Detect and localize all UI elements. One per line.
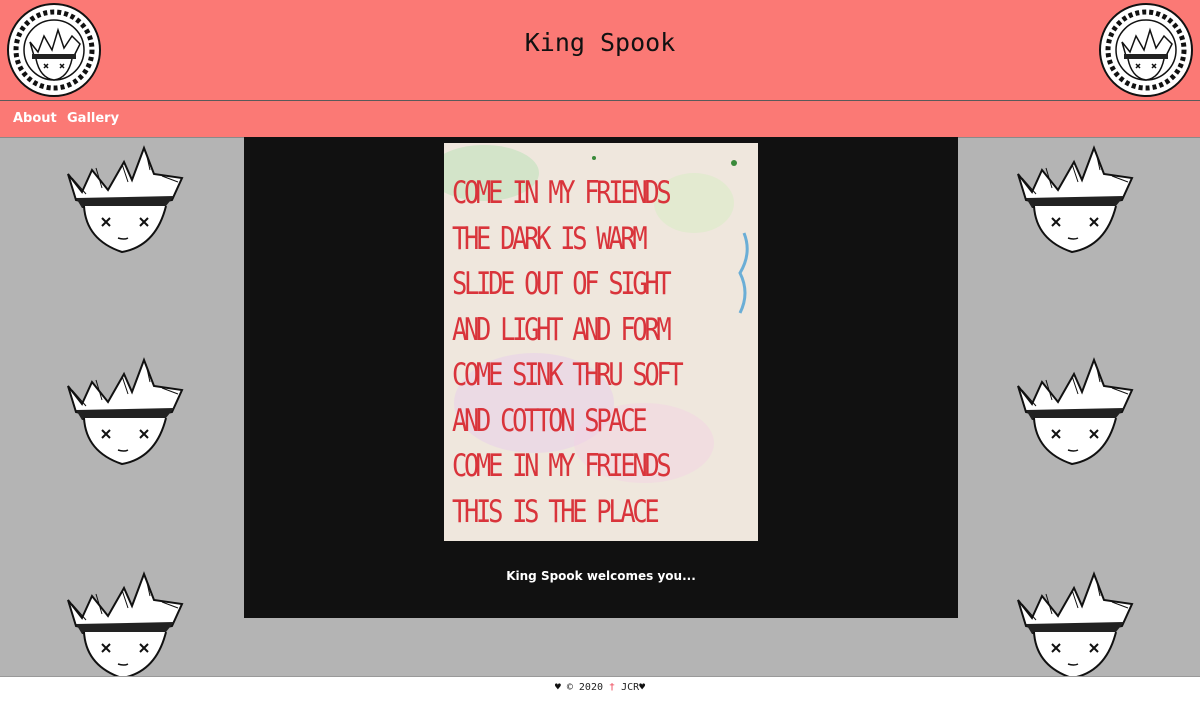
king-face-icon: [62, 566, 188, 684]
dagger-icon: †: [609, 682, 616, 693]
nav-about-link[interactable]: About: [13, 111, 57, 126]
king-face-icon: [62, 140, 188, 258]
poem-text: Come in my friends The dark is warm Slid…: [452, 171, 758, 535]
king-face-icon: [62, 352, 188, 470]
poem-line: Come in my friends: [452, 448, 672, 484]
king-face-icon: [1012, 566, 1138, 684]
poem-line: And light and form: [452, 311, 672, 348]
site-header: King Spook: [0, 0, 1200, 101]
main-panel: Come in my friends The dark is warm Slid…: [244, 137, 958, 618]
poem-artwork[interactable]: Come in my friends The dark is warm Slid…: [444, 143, 758, 541]
footer-text: ♥ © 2020 † JCR♥: [0, 682, 1200, 693]
king-face-icon: [1012, 140, 1138, 258]
heart-icon: ♥: [554, 682, 561, 693]
nav-gallery-link[interactable]: Gallery: [67, 111, 119, 126]
poem-line: This is the place: [452, 493, 660, 530]
navbar: About Gallery: [0, 101, 1200, 138]
poem-line: Slide out of sight: [452, 266, 672, 302]
welcome-caption: King Spook welcomes you...: [506, 569, 696, 583]
footer-author: JCR: [621, 682, 640, 693]
poem-line: And cotton space: [452, 402, 648, 439]
copyright-year: © 2020: [566, 682, 603, 693]
site-title: King Spook: [524, 28, 676, 57]
poem-line: Come in my friends: [452, 175, 672, 211]
king-face-icon: [1012, 352, 1138, 470]
site-footer: ♥ © 2020 † JCR♥: [0, 676, 1200, 701]
poem-line: The dark is warm: [452, 220, 648, 257]
king-medal-logo-right[interactable]: [1098, 2, 1194, 98]
poem-line: Come sink thru soft: [452, 357, 684, 393]
heart-icon: ♥: [639, 682, 646, 693]
